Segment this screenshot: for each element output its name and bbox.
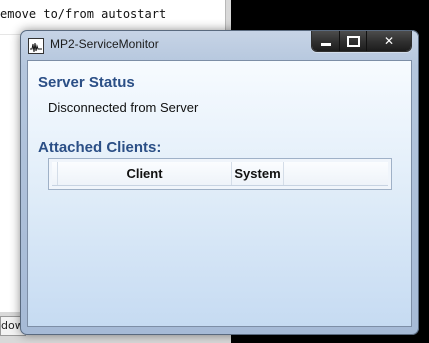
background-window-text: emove to/from autostart [0,7,167,21]
close-icon: ✕ [383,34,395,48]
server-status-heading: Server Status [38,74,135,91]
window-client-area: Server Status Disconnected from Server A… [27,60,412,327]
column-header-client[interactable]: Client [58,162,232,185]
maximize-button[interactable] [340,31,367,51]
maximize-icon [346,35,360,47]
column-header-filler [284,162,388,185]
caption-buttons: ✕ [311,31,412,52]
minimize-icon [320,42,331,46]
app-icon [28,38,44,54]
attached-clients-list[interactable]: Client System [48,158,392,190]
column-header-system[interactable]: System [232,162,284,185]
window-title: MP2-ServiceMonitor [50,37,159,51]
close-button[interactable]: ✕ [367,31,411,51]
service-monitor-window: MP2-ServiceMonitor ✕ Server Status Disco… [20,30,419,335]
title-bar[interactable]: MP2-ServiceMonitor ✕ [20,30,419,60]
server-status-text: Disconnected from Server [48,100,199,115]
attached-clients-heading: Attached Clients: [38,139,162,156]
minimize-button[interactable] [312,31,340,51]
clients-list-header: Client System [52,162,388,186]
